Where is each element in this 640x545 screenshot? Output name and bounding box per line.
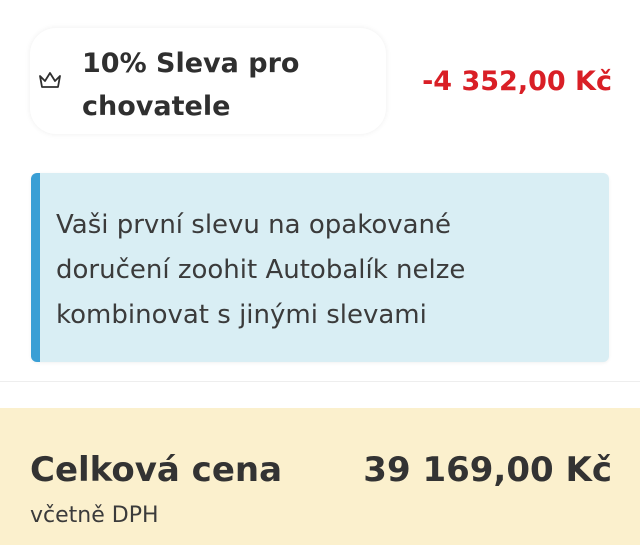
discount-row: 10% Sleva pro chovatele -4 352,00 Kč [0, 0, 640, 160]
discount-amount: -4 352,00 Kč [422, 66, 612, 97]
vat-note: včetně DPH [30, 503, 159, 528]
info-notice-text: Vaši první slevu na opakované doručení z… [56, 210, 466, 330]
divider [0, 381, 640, 382]
info-notice: Vaši první slevu na opakované doručení z… [31, 173, 609, 362]
total-price-label: Celková cena [30, 450, 283, 490]
total-price-amount: 39 169,00 Kč [363, 450, 612, 490]
crown-icon [39, 72, 61, 88]
total-price-bar: Celková cena 39 169,00 Kč včetně DPH [0, 408, 640, 545]
discount-label: 10% Sleva pro chovatele [82, 48, 300, 122]
cart-summary: 10% Sleva pro chovatele -4 352,00 Kč Vaš… [0, 0, 640, 545]
